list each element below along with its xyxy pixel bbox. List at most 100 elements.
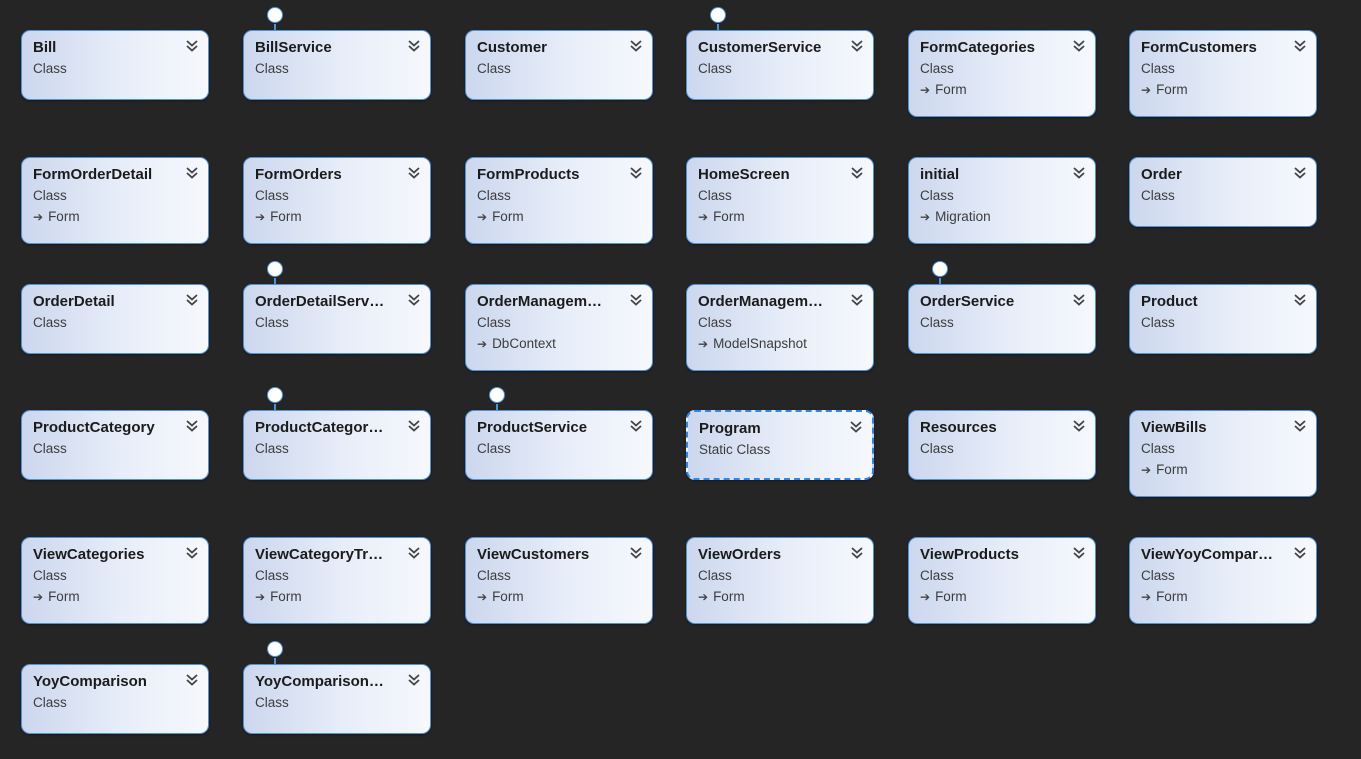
chevron-double-down-icon[interactable] (629, 419, 643, 433)
class-kind: Class (920, 441, 954, 456)
class-card-formproducts-8[interactable]: FormProducts Class ➔ Form (465, 157, 653, 244)
class-card-customer-2[interactable]: Customer Class (465, 30, 653, 100)
class-name: FormOrderDetail (33, 166, 153, 183)
chevron-double-down-icon[interactable] (1293, 39, 1307, 53)
base-class: ➔ Form (477, 589, 524, 605)
class-kind: Class (255, 568, 289, 583)
class-card-billservice-1[interactable]: BillService Class (243, 30, 431, 100)
class-card-viewyoycompar-29[interactable]: ViewYoyCompar… Class ➔ Form (1129, 537, 1317, 624)
class-kind: Class (33, 61, 67, 76)
class-kind: Class (33, 695, 67, 710)
class-card-vieworders-27[interactable]: ViewOrders Class ➔ Form (686, 537, 874, 624)
chevron-double-down-icon[interactable] (407, 419, 421, 433)
class-card-productcategor-19[interactable]: ProductCategor… Class (243, 410, 431, 480)
class-card-homescreen-9[interactable]: HomeScreen Class ➔ Form (686, 157, 874, 244)
chevron-double-down-icon[interactable] (849, 420, 863, 434)
interface-lollipop-icon[interactable] (932, 261, 948, 277)
chevron-double-down-icon[interactable] (850, 39, 864, 53)
chevron-double-down-icon[interactable] (185, 39, 199, 53)
chevron-double-down-icon[interactable] (850, 166, 864, 180)
class-card-formcategories-4[interactable]: FormCategories Class ➔ Form (908, 30, 1096, 117)
class-kind: Class (1141, 61, 1175, 76)
class-card-yoycomparison-30[interactable]: YoyComparison Class (21, 664, 209, 734)
class-card-viewbills-23[interactable]: ViewBills Class ➔ Form (1129, 410, 1317, 497)
class-card-orderdetail-12[interactable]: OrderDetail Class (21, 284, 209, 354)
chevron-double-down-icon[interactable] (1072, 39, 1086, 53)
class-diagram-canvas[interactable]: Bill Class BillService Class Customer Class Cu… (0, 0, 1361, 759)
chevron-double-down-icon[interactable] (407, 39, 421, 53)
inheritance-arrow-icon: ➔ (920, 590, 931, 604)
class-card-product-17[interactable]: Product Class (1129, 284, 1317, 354)
class-card-formcustomers-5[interactable]: FormCustomers Class ➔ Form (1129, 30, 1317, 117)
class-card-order-11[interactable]: Order Class (1129, 157, 1317, 227)
interface-lollipop-icon[interactable] (267, 387, 283, 403)
interface-lollipop-icon[interactable] (489, 387, 505, 403)
class-card-yoycomparison-31[interactable]: YoyComparison… Class (243, 664, 431, 734)
class-name: ViewCategories (33, 546, 145, 563)
class-name: FormCustomers (1141, 39, 1257, 56)
inheritance-arrow-icon: ➔ (477, 337, 488, 351)
chevron-double-down-icon[interactable] (629, 293, 643, 307)
class-card-ordermanagem-14[interactable]: OrderManagem… Class ➔ DbContext (465, 284, 653, 371)
chevron-double-down-icon[interactable] (629, 166, 643, 180)
class-card-viewcategorytr-25[interactable]: ViewCategoryTr… Class ➔ Form (243, 537, 431, 624)
class-card-formorderdetail-6[interactable]: FormOrderDetail Class ➔ Form (21, 157, 209, 244)
class-card-bill-0[interactable]: Bill Class (21, 30, 209, 100)
class-name: ViewCustomers (477, 546, 590, 563)
class-name: ProductService (477, 419, 588, 436)
chevron-double-down-icon[interactable] (185, 546, 199, 560)
class-card-viewcustomers-26[interactable]: ViewCustomers Class ➔ Form (465, 537, 653, 624)
chevron-double-down-icon[interactable] (185, 673, 199, 687)
chevron-double-down-icon[interactable] (407, 546, 421, 560)
inheritance-arrow-icon: ➔ (920, 210, 931, 224)
class-name: OrderManagem… (477, 293, 603, 310)
chevron-double-down-icon[interactable] (850, 293, 864, 307)
chevron-double-down-icon[interactable] (850, 546, 864, 560)
chevron-double-down-icon[interactable] (407, 166, 421, 180)
class-kind: Class (1141, 188, 1175, 203)
class-card-productcategory-18[interactable]: ProductCategory Class (21, 410, 209, 480)
class-kind: Class (255, 695, 289, 710)
chevron-double-down-icon[interactable] (1293, 166, 1307, 180)
chevron-double-down-icon[interactable] (407, 293, 421, 307)
chevron-double-down-icon[interactable] (185, 166, 199, 180)
chevron-double-down-icon[interactable] (185, 419, 199, 433)
interface-lollipop-icon[interactable] (710, 7, 726, 23)
class-card-viewproducts-28[interactable]: ViewProducts Class ➔ Form (908, 537, 1096, 624)
class-card-initial-10[interactable]: initial Class ➔ Migration (908, 157, 1096, 244)
class-card-productservice-20[interactable]: ProductService Class (465, 410, 653, 480)
chevron-double-down-icon[interactable] (1072, 293, 1086, 307)
base-class: ➔ Form (920, 82, 967, 98)
chevron-double-down-icon[interactable] (407, 673, 421, 687)
base-class: ➔ Form (698, 209, 745, 225)
class-card-orderdetailserv-13[interactable]: OrderDetailServ… Class (243, 284, 431, 354)
chevron-double-down-icon[interactable] (629, 39, 643, 53)
interface-lollipop-icon[interactable] (267, 261, 283, 277)
class-card-viewcategories-24[interactable]: ViewCategories Class ➔ Form (21, 537, 209, 624)
chevron-double-down-icon[interactable] (1072, 419, 1086, 433)
inheritance-arrow-icon: ➔ (255, 210, 266, 224)
base-class: ➔ DbContext (477, 336, 556, 352)
chevron-double-down-icon[interactable] (185, 293, 199, 307)
chevron-double-down-icon[interactable] (1072, 166, 1086, 180)
chevron-double-down-icon[interactable] (1293, 419, 1307, 433)
class-name: ViewProducts (920, 546, 1019, 563)
interface-lollipop-icon[interactable] (267, 7, 283, 23)
chevron-double-down-icon[interactable] (1293, 293, 1307, 307)
chevron-double-down-icon[interactable] (1293, 546, 1307, 560)
class-card-resources-22[interactable]: Resources Class (908, 410, 1096, 480)
interface-lollipop-icon[interactable] (267, 641, 283, 657)
class-name: ViewCategoryTr… (255, 546, 384, 563)
chevron-double-down-icon[interactable] (1072, 546, 1086, 560)
class-card-formorders-7[interactable]: FormOrders Class ➔ Form (243, 157, 431, 244)
class-name: Resources (920, 419, 997, 436)
class-card-ordermanagem-15[interactable]: OrderManagem… Class ➔ ModelSnapshot (686, 284, 874, 371)
base-class-label: Form (492, 209, 524, 224)
class-card-orderservice-16[interactable]: OrderService Class (908, 284, 1096, 354)
class-kind: Class (33, 315, 67, 330)
class-card-program-21[interactable]: Program Static Class (686, 410, 874, 480)
class-name: OrderDetailServ… (255, 293, 385, 310)
class-card-customerservice-3[interactable]: CustomerService Class (686, 30, 874, 100)
base-class-label: Form (935, 589, 967, 604)
chevron-double-down-icon[interactable] (629, 546, 643, 560)
